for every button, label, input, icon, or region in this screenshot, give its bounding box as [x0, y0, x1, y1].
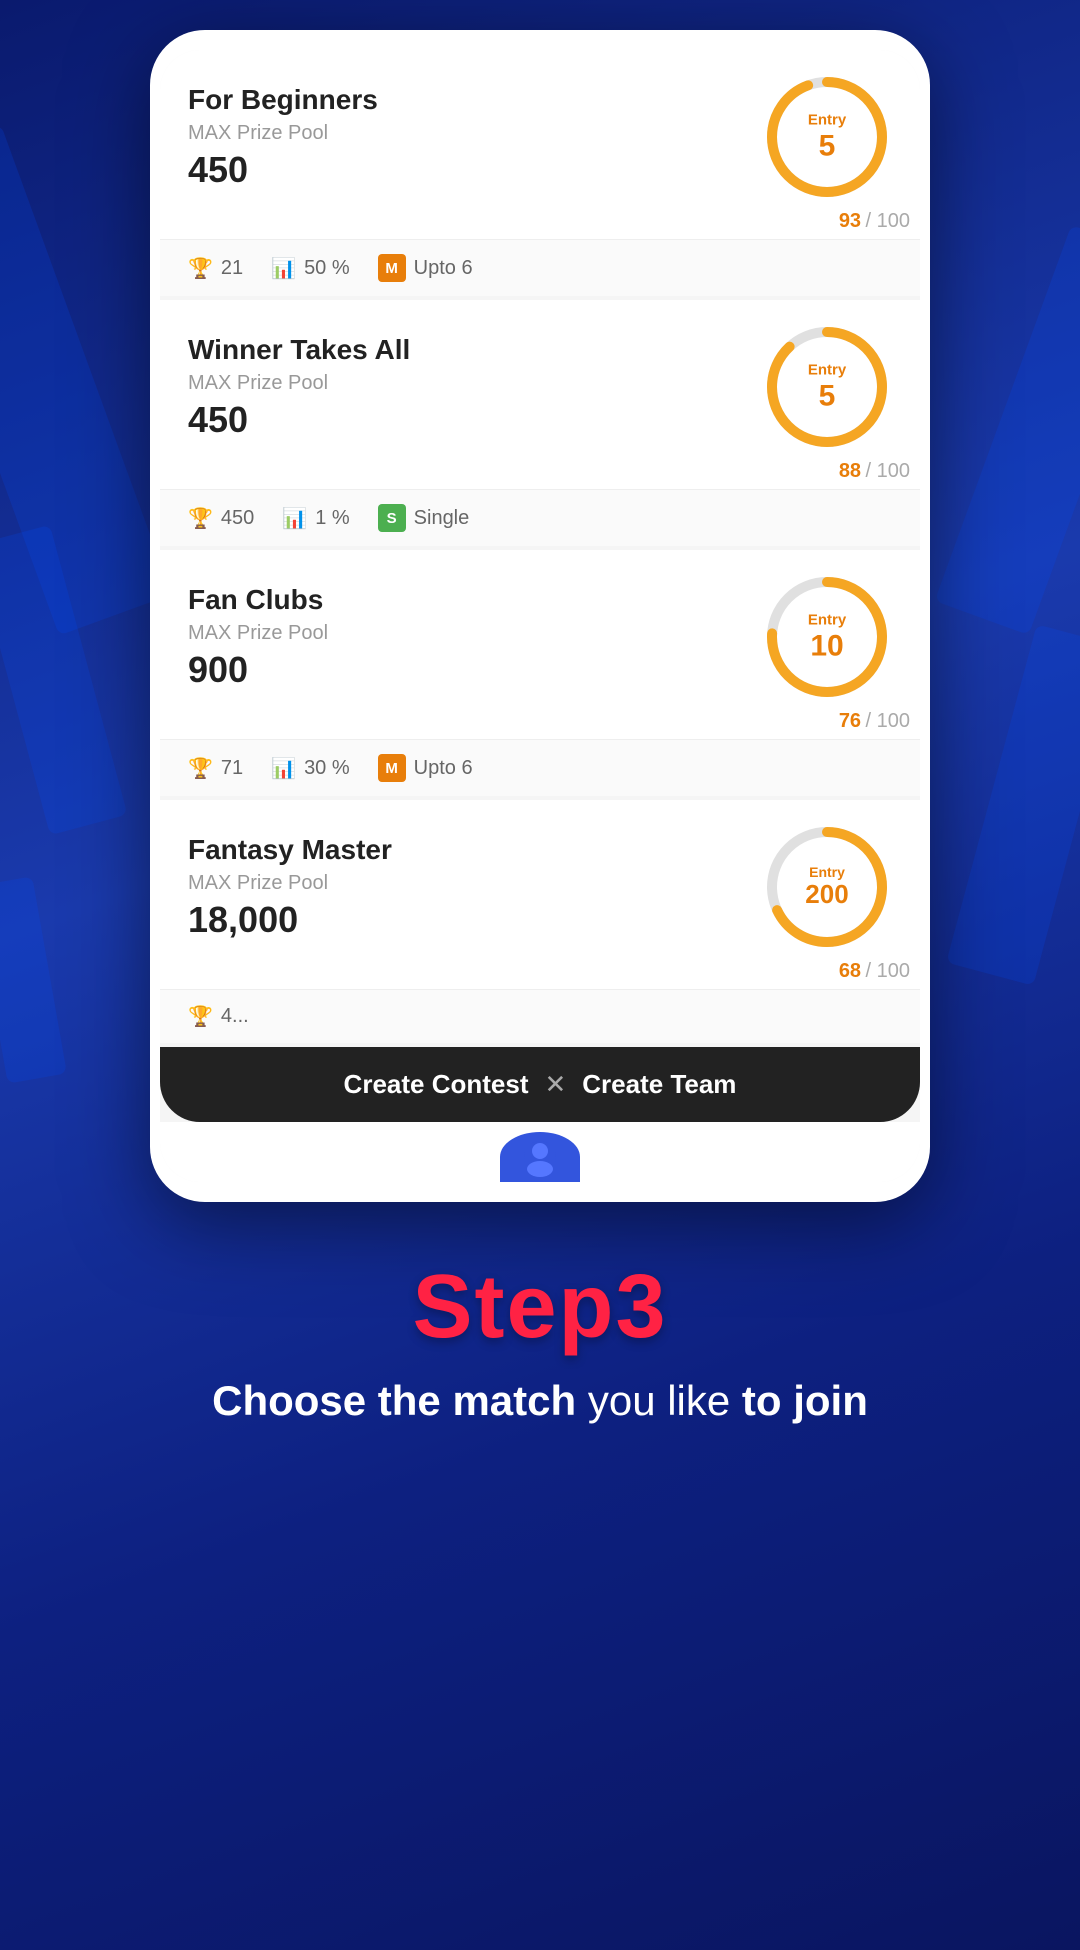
chart-icon-1: 📊	[282, 506, 307, 531]
total-count-1: / 100	[866, 460, 910, 482]
stat-winners-2: 🏆 71	[188, 756, 243, 781]
filled-count-3: 68	[839, 960, 861, 982]
stat-team-value-2: Upto 6	[414, 757, 473, 780]
contest-title-fantasy: Fantasy Master	[188, 834, 392, 866]
contest-info-beginners: For Beginners MAX Prize Pool 450	[188, 84, 378, 191]
contest-card-fanclubs[interactable]: Fan Clubs MAX Prize Pool 900 Entry 10	[160, 550, 920, 796]
entry-circle-fantasy: Entry 200	[762, 822, 892, 952]
stat-winners-3: 🏆 4...	[188, 1004, 249, 1029]
entry-count-fanclubs: 76 / 100	[160, 710, 920, 739]
stat-team-2: M Upto 6	[378, 754, 473, 782]
contests-list: For Beginners MAX Prize Pool 450 Entry 5	[160, 50, 920, 1182]
contest-pool-value-fantasy: 18,000	[188, 899, 392, 941]
phone-mockup: For Beginners MAX Prize Pool 450 Entry 5	[150, 30, 930, 1202]
phone-screen: For Beginners MAX Prize Pool 450 Entry 5	[160, 50, 920, 1182]
trophy-icon-2: 🏆	[188, 756, 213, 781]
entry-count-beginners: 93 / 100	[160, 210, 920, 239]
contest-pool-value-beginners: 450	[188, 149, 378, 191]
contest-pool-value-winner: 450	[188, 399, 410, 441]
filled-count-1: 88	[839, 460, 861, 482]
contest-pool-value-fanclubs: 900	[188, 649, 328, 691]
contest-title-fanclubs: Fan Clubs	[188, 584, 328, 616]
contest-title-beginners: For Beginners	[188, 84, 378, 116]
contest-info-fanclubs: Fan Clubs MAX Prize Pool 900	[188, 584, 328, 691]
total-count-3: / 100	[866, 960, 910, 982]
trophy-icon-0: 🏆	[188, 256, 213, 281]
trophy-icon-1: 🏆	[188, 506, 213, 531]
step-subtitle-normal: you like	[576, 1377, 742, 1424]
contest-card-winner[interactable]: Winner Takes All MAX Prize Pool 450 Entr…	[160, 300, 920, 546]
stat-percent-value-1: 1 %	[315, 507, 349, 530]
stat-winners-0: 🏆 21	[188, 256, 243, 281]
stat-winners-value-3: 4...	[221, 1005, 249, 1028]
contest-info-winner: Winner Takes All MAX Prize Pool 450	[188, 334, 410, 441]
chart-icon-2: 📊	[271, 756, 296, 781]
partial-avatar	[500, 1132, 580, 1182]
total-count-0: / 100	[866, 210, 910, 232]
trophy-icon-3: 🏆	[188, 1004, 213, 1029]
partial-avatar-container	[160, 1122, 920, 1182]
contest-title-winner: Winner Takes All	[188, 334, 410, 366]
contest-stats-fantasy: 🏆 4...	[160, 989, 920, 1043]
step-subtitle-bold2: to join	[742, 1377, 868, 1424]
contest-info-fantasy: Fantasy Master MAX Prize Pool 18,000	[188, 834, 392, 941]
filled-count-2: 76	[839, 710, 861, 732]
entry-count-winner: 88 / 100	[160, 460, 920, 489]
stat-team-0: M Upto 6	[378, 254, 473, 282]
stat-percent-1: 📊 1 %	[282, 506, 349, 531]
contest-stats-beginners: 🏆 21 📊 50 % M Upto 6	[160, 239, 920, 296]
step-section: Step3 Choose the match you like to join	[0, 1202, 1080, 1471]
step-title: Step3	[40, 1262, 1040, 1352]
stat-team-1: S Single	[378, 504, 470, 532]
total-count-2: / 100	[866, 710, 910, 732]
step-subtitle-bold1: Choose the match	[212, 1377, 576, 1424]
badge-s-1: S	[378, 504, 406, 532]
contest-stats-winner: 🏆 450 📊 1 % S Single	[160, 489, 920, 546]
stat-percent-0: 📊 50 %	[271, 256, 350, 281]
contest-pool-label-beginners: MAX Prize Pool	[188, 122, 378, 145]
step-subtitle: Choose the match you like to join	[40, 1372, 1040, 1431]
contest-card-beginners[interactable]: For Beginners MAX Prize Pool 450 Entry 5	[160, 50, 920, 296]
entry-circle-fanclubs: Entry 10	[762, 572, 892, 702]
badge-m-2: M	[378, 754, 406, 782]
stat-percent-value-0: 50 %	[304, 257, 350, 280]
stat-winners-value-0: 21	[221, 257, 243, 280]
stat-winners-value-2: 71	[221, 757, 243, 780]
stat-team-value-0: Upto 6	[414, 257, 473, 280]
filled-count-0: 93	[839, 210, 861, 232]
contest-pool-label-fanclubs: MAX Prize Pool	[188, 622, 328, 645]
badge-m-0: M	[378, 254, 406, 282]
entry-count-fantasy: 68 / 100	[160, 960, 920, 989]
stat-winners-value-1: 450	[221, 507, 254, 530]
action-bar: Create Contest ✕ Create Team	[160, 1047, 920, 1122]
create-team-button[interactable]: Create Team	[582, 1069, 736, 1100]
create-contest-button[interactable]: Create Contest	[344, 1069, 529, 1100]
entry-circle-beginners: Entry 5	[762, 72, 892, 202]
stat-winners-1: 🏆 450	[188, 506, 254, 531]
chart-icon-0: 📊	[271, 256, 296, 281]
stat-percent-value-2: 30 %	[304, 757, 350, 780]
contest-pool-label-fantasy: MAX Prize Pool	[188, 872, 392, 895]
contest-card-fantasy[interactable]: Fantasy Master MAX Prize Pool 18,000 Ent…	[160, 800, 920, 1043]
stat-percent-2: 📊 30 %	[271, 756, 350, 781]
stat-team-value-1: Single	[414, 507, 470, 530]
entry-circle-winner: Entry 5	[762, 322, 892, 452]
contest-pool-label-winner: MAX Prize Pool	[188, 372, 410, 395]
action-divider: ✕	[544, 1069, 566, 1100]
contest-stats-fanclubs: 🏆 71 📊 30 % M Upto 6	[160, 739, 920, 796]
